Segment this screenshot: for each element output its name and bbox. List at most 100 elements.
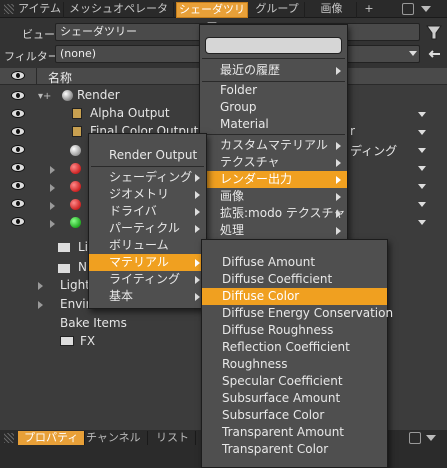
menu-item-folder[interactable]: Folder — [200, 82, 347, 99]
tab-shader-tree[interactable]: シェーダツリー — [176, 2, 248, 30]
render-icon — [62, 90, 73, 101]
menu-item-group[interactable]: Group — [200, 99, 347, 116]
menu-item-diffuse-energy-conservation[interactable]: Diffuse Energy Conservation — [202, 305, 393, 322]
effect-dropdown-icon[interactable] — [418, 220, 426, 225]
menu-item-render-output-type[interactable]: Render Output — [89, 147, 206, 164]
menu-item-render-output[interactable]: レンダー出力 — [200, 171, 347, 188]
menu-item-roughness[interactable]: Roughness — [202, 356, 387, 373]
menu-item-custom-material[interactable]: カスタムマテリアル — [200, 137, 347, 154]
add-tab-button[interactable]: + — [359, 2, 379, 18]
effect-dropdown-icon[interactable] — [418, 112, 426, 117]
menu-item-texture[interactable]: テクスチャ — [200, 154, 347, 171]
submenu-arrow-icon — [336, 193, 341, 201]
panel-menu-icon[interactable] — [425, 432, 437, 444]
menu-item-driver[interactable]: ドライバ — [89, 203, 206, 220]
expand-arrow-icon[interactable] — [50, 166, 55, 174]
menu-item-subsurface-amount[interactable]: Subsurface Amount — [202, 390, 387, 407]
menu-item-shading[interactable]: シェーディング — [89, 169, 206, 186]
visibility-eye-icon[interactable] — [11, 109, 25, 118]
effect-dropdown-icon[interactable] — [418, 184, 426, 189]
menu-item-transparent-amount[interactable]: Transparent Amount — [202, 424, 387, 441]
visibility-eye-icon[interactable] — [11, 91, 25, 100]
material-ball-icon — [70, 217, 81, 228]
expand-arrow-icon[interactable] — [38, 301, 43, 309]
menu-item-particle[interactable]: パーティクル — [89, 220, 206, 237]
material-ball-icon — [70, 145, 81, 156]
panel-grip-icon[interactable] — [4, 433, 14, 443]
menu-item-basic[interactable]: 基本 — [89, 288, 206, 305]
tree-item-environments[interactable]: Envir — [60, 297, 91, 311]
tree-item-n[interactable]: N — [78, 260, 87, 274]
render-output-submenu: Render Output シェーディング ジオメトリ ドライバ パーティクル … — [88, 133, 207, 309]
tree-item-alpha-output[interactable]: Alpha Output — [90, 106, 170, 120]
visibility-eye-icon[interactable] — [11, 217, 25, 226]
submenu-arrow-icon — [195, 208, 200, 216]
visibility-eye-icon[interactable] — [11, 181, 25, 190]
menu-item-processing[interactable]: 処理 — [200, 222, 347, 239]
filter-label: フィルター — [4, 50, 59, 63]
visibility-eye-icon[interactable] — [11, 199, 25, 208]
menu-item-diffuse-coefficient[interactable]: Diffuse Coefficient — [202, 271, 387, 288]
submenu-arrow-icon — [336, 210, 341, 218]
visibility-header-icon — [11, 71, 25, 80]
expand-arrow-icon[interactable] — [50, 220, 55, 228]
submenu-arrow-icon — [195, 225, 200, 233]
effect-dropdown-icon[interactable] — [418, 130, 426, 135]
maximize-icon[interactable] — [409, 432, 421, 444]
tree-item-bake-items[interactable]: Bake Items — [60, 316, 127, 330]
tab-groups[interactable]: グループ — [250, 2, 305, 18]
folder-icon — [58, 243, 70, 252]
effect-dropdown-icon[interactable] — [418, 148, 426, 153]
submenu-arrow-icon — [195, 276, 200, 284]
menu-item-reflection-coefficient[interactable]: Reflection Coefficient — [202, 339, 387, 356]
effect-dropdown-icon[interactable] — [418, 202, 426, 207]
menu-item-material[interactable]: Material — [200, 116, 347, 133]
render-output-icon — [72, 126, 82, 137]
tree-item-lights-group[interactable]: Light — [60, 278, 90, 292]
tab-mesh-operator[interactable]: メッシュオペレータ — [64, 2, 174, 18]
panel-grip-icon[interactable] — [4, 4, 14, 14]
visibility-eye-icon[interactable] — [11, 145, 25, 154]
menu-item-extended-texture[interactable]: 拡張:modo テクスチャ — [200, 205, 347, 222]
tree-item-render[interactable]: Render — [77, 88, 120, 102]
menu-item-material-output[interactable]: マテリアル — [89, 254, 206, 271]
tab-list[interactable]: リスト — [150, 431, 196, 445]
menu-item-volume[interactable]: ボリューム — [89, 237, 206, 254]
tab-images[interactable]: 画像 — [307, 2, 357, 18]
visibility-eye-icon[interactable] — [11, 127, 25, 136]
tab-items[interactable]: アイテム — [16, 2, 64, 18]
visibility-eye-icon[interactable] — [11, 163, 25, 172]
menu-search-input[interactable] — [205, 37, 342, 54]
expand-arrow-icon[interactable] — [50, 184, 55, 192]
menu-item-recent[interactable]: 最近の履歴 — [200, 62, 347, 79]
folder-icon — [58, 264, 70, 273]
submenu-arrow-icon — [336, 142, 341, 150]
effect-dropdown-icon[interactable] — [418, 166, 426, 171]
material-output-submenu: Diffuse Amount Diffuse Coefficient Diffu… — [201, 239, 393, 468]
panel-tab-bar: アイテム メッシュオペレータ シェーダツリー グループ 画像 + — [0, 0, 447, 30]
menu-item-diffuse-roughness[interactable]: Diffuse Roughness — [202, 322, 387, 339]
filter-funnel-icon[interactable] — [425, 24, 443, 41]
render-output-icon — [72, 108, 82, 119]
expand-arrow-icon[interactable] — [38, 282, 43, 290]
panel-menu-icon[interactable] — [420, 3, 432, 15]
expand-toggle-icon[interactable]: ▾+ — [38, 91, 51, 102]
tab-channels[interactable]: チャンネル — [80, 431, 148, 445]
tree-item-lights[interactable]: Li — [78, 240, 88, 254]
menu-item-image[interactable]: 画像 — [200, 188, 347, 205]
menu-item-specular-coefficient[interactable]: Specular Coefficient — [202, 373, 387, 390]
submenu-arrow-icon — [195, 174, 200, 182]
submenu-arrow-icon — [195, 293, 200, 301]
maximize-icon[interactable] — [402, 3, 414, 15]
menu-item-diffuse-amount[interactable]: Diffuse Amount — [202, 254, 387, 271]
menu-item-lighting[interactable]: ライティング — [89, 271, 206, 288]
clear-filter-icon[interactable] — [428, 47, 442, 61]
menu-item-transparent-color[interactable]: Transparent Color — [202, 441, 387, 458]
material-ball-icon — [70, 181, 81, 192]
menu-item-diffuse-color[interactable]: Diffuse Color — [202, 288, 387, 305]
tab-properties[interactable]: プロパティ — [18, 431, 86, 445]
expand-arrow-icon[interactable] — [50, 202, 55, 210]
tree-item-fx[interactable]: FX — [80, 334, 95, 348]
menu-item-subsurface-color[interactable]: Subsurface Color — [202, 407, 387, 424]
menu-item-geometry[interactable]: ジオメトリ — [89, 186, 206, 203]
